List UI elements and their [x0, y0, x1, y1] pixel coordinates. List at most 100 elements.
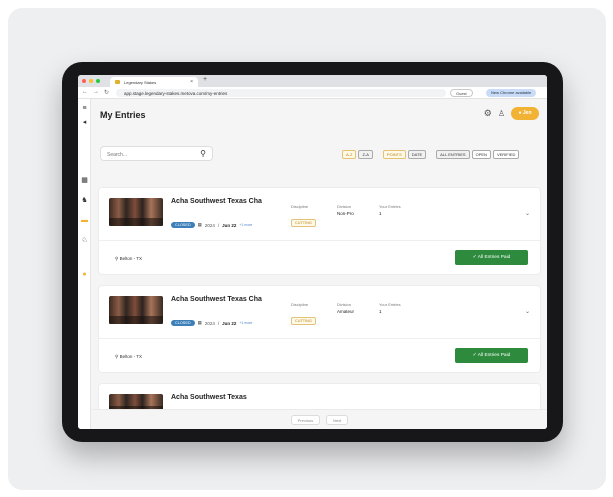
sort-points-button[interactable]: POINTS — [382, 150, 406, 159]
chevron-down-icon[interactable]: ⌄ — [525, 210, 530, 217]
entry-summary: Acha Southwest Texas Cha CLOSED ▦ 2024 /… — [99, 286, 540, 339]
sort-date-button[interactable]: DATE — [407, 150, 427, 159]
reload-icon[interactable]: ↻ — [104, 89, 109, 96]
forward-icon[interactable]: → — [93, 89, 99, 96]
maximize-window-button[interactable] — [96, 79, 100, 83]
discipline-label: Discipline — [291, 204, 309, 209]
division-value: Non-Pro — [337, 211, 354, 216]
browser-tab-bar: Legendary Stakes × + — [78, 75, 547, 87]
event-title: Acha Southwest Texas Cha — [171, 296, 262, 303]
event-photo — [109, 198, 163, 226]
pagination: Previous Next — [92, 409, 547, 429]
chevron-down-icon[interactable]: ⌄ — [525, 308, 530, 315]
nav-buttons: ← → ↻ — [82, 89, 109, 96]
user-icon[interactable]: ♙ — [498, 109, 505, 118]
discipline-chip: CUTTING — [291, 219, 316, 227]
event-location: ⚲ Belton - TX — [115, 256, 142, 262]
status-badge: CLOSED — [171, 222, 195, 228]
sort-az-button[interactable]: A-Z — [342, 150, 357, 159]
discipline-label: Discipline — [291, 302, 309, 307]
your-entries-column: Your Entries 1 — [379, 204, 401, 216]
page-title: My Entries — [100, 110, 146, 120]
search-icon[interactable]: ⚲ — [200, 149, 206, 158]
division-label: Division — [337, 204, 352, 209]
coin-icon[interactable]: ● — [81, 271, 88, 278]
entries-paid-button[interactable]: ✓ All Entries Paid — [455, 348, 528, 363]
address-bar-row: ← → ↻ app.stage.legendary-stakes.metova.… — [78, 87, 547, 99]
main-content: My Entries ⚙ ♙ ● Jen Search... ⚲ A-Z Z-A… — [92, 99, 547, 429]
search-placeholder: Search... — [107, 152, 128, 158]
your-entries-label: Your Entries — [379, 204, 401, 209]
menu-icon[interactable]: ≡ — [81, 105, 88, 112]
calendar-small-icon: ▦ — [197, 320, 202, 325]
close-tab-icon[interactable]: × — [190, 79, 193, 85]
division-value: Amateur — [337, 309, 355, 314]
new-tab-button[interactable]: + — [203, 76, 207, 83]
minimize-window-button[interactable] — [89, 79, 93, 83]
tab-title: Legendary Stakes — [124, 80, 157, 85]
event-year: 2024 — [204, 222, 215, 228]
check-icon: ✓ — [472, 255, 477, 260]
paid-label: All Entries Paid — [477, 353, 511, 358]
settings-icon[interactable]: ⚙ — [484, 108, 492, 119]
location-pin-icon: ⚲ — [115, 256, 119, 261]
search-input[interactable]: Search... ⚲ — [100, 146, 213, 161]
division-column: Division Amateur — [337, 302, 354, 314]
event-meta: CLOSED ▦ 2024 / Jun 22 +1 more — [171, 320, 252, 326]
rider-icon[interactable]: ♘ — [81, 237, 88, 244]
guest-profile-button[interactable]: Guest — [450, 89, 473, 97]
filter-open-button[interactable]: OPEN — [471, 150, 491, 159]
close-window-button[interactable] — [82, 79, 86, 83]
event-year: 2024 — [204, 320, 215, 326]
favicon-icon — [115, 80, 120, 84]
your-entries-value: 1 — [379, 309, 382, 314]
browser-tab[interactable]: Legendary Stakes × — [110, 77, 198, 87]
event-title: Acha Southwest Texas Cha — [171, 198, 262, 205]
your-entries-value: 1 — [379, 211, 382, 216]
event-photo — [109, 296, 163, 324]
location-text: Belton - TX — [119, 354, 142, 359]
entry-summary: Acha Southwest Texas Cha CLOSED ▦ 2024 /… — [99, 188, 540, 241]
location-text: Belton - TX — [119, 256, 142, 261]
event-title: Acha Southwest Texas — [171, 394, 247, 401]
more-dates-link[interactable]: +1 more — [239, 223, 252, 227]
header-actions: ⚙ ♙ ● Jen — [484, 107, 539, 120]
sort-za-button[interactable]: Z-A — [358, 150, 373, 159]
back-arrow-icon[interactable]: ◂ — [81, 119, 88, 126]
your-entries-label: Your Entries — [379, 302, 401, 307]
back-icon[interactable]: ← — [82, 89, 88, 96]
check-icon: ✓ — [472, 353, 477, 358]
division-label: Division — [337, 302, 352, 307]
paid-label: All Entries Paid — [477, 255, 511, 260]
location-pin-icon: ⚲ — [115, 354, 119, 359]
filter-verified-button[interactable]: VERIFIED — [492, 150, 520, 159]
app-sidebar: ≡ ◂ ▦ ♞ ▬ ♘ ● — [78, 99, 91, 429]
user-menu-button[interactable]: ● Jen — [511, 107, 539, 120]
discipline-chip: CUTTING — [291, 317, 316, 325]
next-page-button[interactable]: Next — [326, 414, 349, 425]
discipline-column: Discipline CUTTING — [291, 204, 316, 229]
filter-all-entries-button[interactable]: ALL ENTRIES — [436, 150, 470, 159]
window-controls — [82, 79, 100, 83]
calendar-icon[interactable]: ▦ — [81, 177, 88, 184]
chrome-update-button[interactable]: New Chrome available — [486, 89, 537, 97]
entries-icon[interactable]: ▬ — [81, 217, 88, 224]
event-date: Jun 22 — [222, 222, 237, 228]
entry-card[interactable]: Acha Southwest Texas Cha CLOSED ▦ 2024 /… — [98, 285, 541, 373]
more-dates-link[interactable]: +1 more — [239, 321, 252, 325]
your-entries-column: Your Entries 1 — [379, 302, 401, 314]
event-date: Jun 22 — [222, 320, 237, 326]
horse-icon[interactable]: ♞ — [81, 197, 88, 204]
url-field[interactable]: app.stage.legendary-stakes.metova.com/my… — [116, 89, 446, 97]
calendar-small-icon: ▦ — [197, 222, 202, 227]
division-column: Division Non-Pro — [337, 204, 354, 216]
status-badge: CLOSED — [171, 320, 195, 326]
event-location: ⚲ Belton - TX — [115, 354, 142, 360]
discipline-column: Discipline CUTTING — [291, 302, 316, 327]
event-meta: CLOSED ▦ 2024 / Jun 22 +1 more — [171, 222, 252, 228]
entry-card[interactable]: Acha Southwest Texas Cha CLOSED ▦ 2024 /… — [98, 187, 541, 275]
entries-paid-button[interactable]: ✓ All Entries Paid — [455, 250, 528, 265]
tablet-screen: Legendary Stakes × + ← → ↻ app.stage.leg… — [78, 75, 547, 429]
previous-page-button[interactable]: Previous — [290, 414, 321, 425]
filter-bar: A-Z Z-A POINTS DATE ALL ENTRIES OPEN VER… — [342, 149, 520, 160]
